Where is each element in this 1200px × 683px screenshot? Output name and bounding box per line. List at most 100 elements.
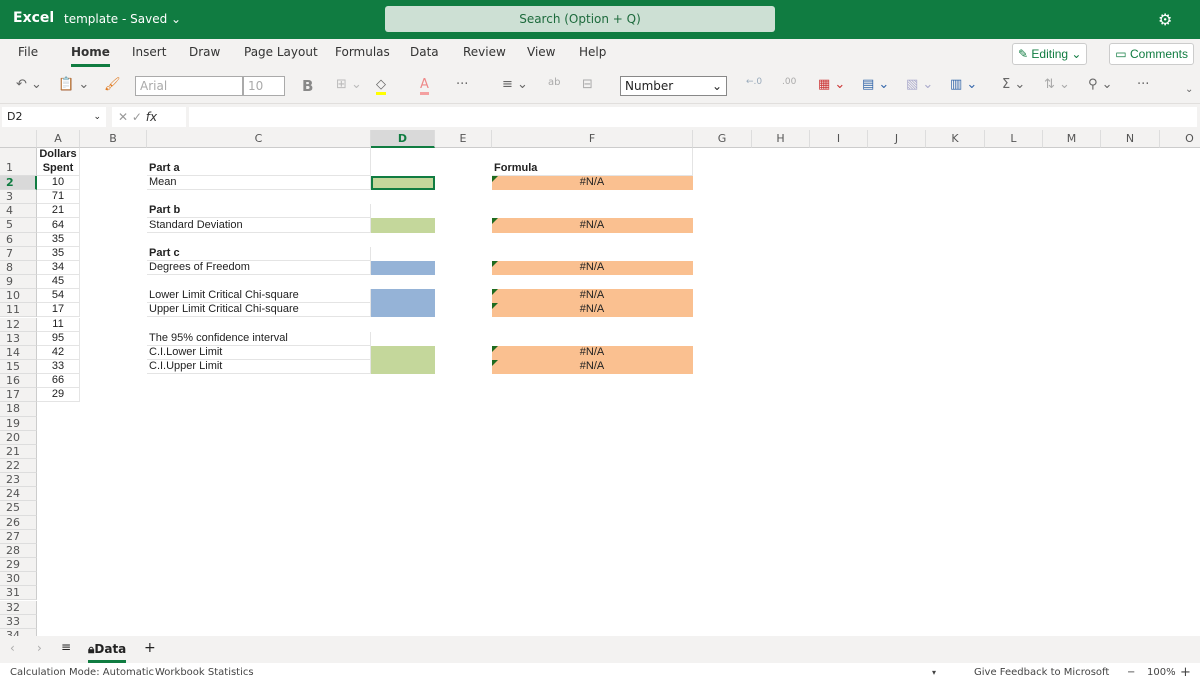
cell-C4[interactable]: Part b <box>147 204 371 219</box>
row-header-13[interactable]: 13 <box>0 331 37 346</box>
row-header-16[interactable]: 16 <box>0 374 37 389</box>
cell-C15[interactable]: C.I.Upper Limit <box>147 359 371 375</box>
column-header-N[interactable]: N <box>1101 130 1160 148</box>
column-header-E[interactable]: E <box>435 130 492 148</box>
column-header-A[interactable]: A <box>37 130 80 148</box>
cell-C11[interactable]: Upper Limit Critical Chi-square <box>147 303 371 318</box>
name-box[interactable]: D2 ⌄ <box>2 107 106 127</box>
tab-home[interactable]: Home <box>71 45 110 67</box>
number-format-select[interactable]: Number ⌄ <box>620 76 727 96</box>
bold-button[interactable]: B <box>302 77 313 95</box>
column-header-I[interactable]: I <box>810 130 868 148</box>
sort-filter-icon[interactable]: ⇅ ⌄ <box>1044 77 1070 92</box>
column-header-G[interactable]: G <box>693 130 752 148</box>
row-header-28[interactable]: 28 <box>0 543 37 559</box>
cell-D14[interactable] <box>371 345 435 360</box>
row-header-6[interactable]: 6 <box>0 232 37 247</box>
cell-F14[interactable]: #N/A <box>492 345 693 360</box>
cell-A7[interactable]: 35 <box>37 246 80 261</box>
row-header-19[interactable]: 19 <box>0 416 37 431</box>
insert-cells-icon[interactable]: ▥ ⌄ <box>950 77 977 92</box>
column-header-L[interactable]: L <box>985 130 1043 148</box>
row-header-8[interactable]: 8 <box>0 260 37 276</box>
font-size-select[interactable]: 10 <box>243 76 285 96</box>
row-header-25[interactable]: 25 <box>0 501 37 516</box>
format-painter-icon[interactable]: 🖌 <box>104 77 121 92</box>
row-header-21[interactable]: 21 <box>0 444 37 459</box>
font-color-icon[interactable]: A <box>420 77 429 95</box>
row-header-15[interactable]: 15 <box>0 359 37 375</box>
cell-A4[interactable]: 21 <box>37 204 80 219</box>
font-name-select[interactable]: Arial <box>135 76 243 96</box>
cell-A10[interactable]: 54 <box>37 289 80 304</box>
cell-C8[interactable]: Degrees of Freedom <box>147 260 371 276</box>
document-title[interactable]: template - Saved ⌄ <box>64 12 181 26</box>
merge-icon[interactable]: ⊟ <box>582 77 593 92</box>
cell-D5[interactable] <box>371 218 435 233</box>
row-header-1[interactable]: 1 <box>0 148 37 176</box>
tab-data[interactable]: Data <box>410 45 439 59</box>
column-header-M[interactable]: M <box>1043 130 1101 148</box>
cell-styles-icon[interactable]: ▧ ⌄ <box>906 77 933 92</box>
feedback-link[interactable]: Give Feedback to Microsoft <box>974 663 1109 683</box>
prev-sheet-icon[interactable]: ‹ <box>10 641 15 655</box>
tab-insert[interactable]: Insert <box>132 45 166 59</box>
conditional-format-icon[interactable]: ▦ ⌄ <box>818 77 845 92</box>
row-header-32[interactable]: 32 <box>0 600 37 615</box>
tab-file[interactable]: File <box>18 45 38 59</box>
decrease-decimal-icon[interactable]: ←.0 <box>746 77 762 87</box>
row-header-30[interactable]: 30 <box>0 572 37 587</box>
row-header-5[interactable]: 5 <box>0 218 37 233</box>
cell-D15[interactable] <box>371 359 435 375</box>
row-header-12[interactable]: 12 <box>0 317 37 332</box>
autosum-icon[interactable]: Σ ⌄ <box>1002 77 1025 92</box>
cell-C14[interactable]: C.I.Lower Limit <box>147 345 371 360</box>
paste-icon[interactable]: 📋 ⌄ <box>58 77 89 92</box>
row-header-17[interactable]: 17 <box>0 388 37 403</box>
cell-F1[interactable]: Formula <box>492 148 693 176</box>
cell-A2[interactable]: 10 <box>37 176 80 191</box>
column-header-B[interactable]: B <box>80 130 147 148</box>
cell-F15[interactable]: #N/A <box>492 359 693 375</box>
row-header-31[interactable]: 31 <box>0 586 37 601</box>
status-dropdown-icon[interactable]: ▾ <box>932 663 936 683</box>
all-sheets-icon[interactable]: ≡ <box>61 640 71 654</box>
collapse-ribbon-icon[interactable]: ⌄ <box>1185 84 1193 95</box>
row-header-24[interactable]: 24 <box>0 487 37 502</box>
row-header-29[interactable]: 29 <box>0 558 37 573</box>
row-header-22[interactable]: 22 <box>0 459 37 474</box>
cell-A15[interactable]: 33 <box>37 359 80 375</box>
cell-F11[interactable]: #N/A <box>492 303 693 318</box>
cell-A1[interactable]: Dollars Spent <box>37 148 80 176</box>
row-header-4[interactable]: 4 <box>0 204 37 219</box>
tab-view[interactable]: View <box>527 45 555 59</box>
row-header-20[interactable]: 20 <box>0 430 37 445</box>
row-header-7[interactable]: 7 <box>0 246 37 261</box>
enter-icon[interactable]: ✓ <box>132 110 142 124</box>
row-header-27[interactable]: 27 <box>0 529 37 544</box>
select-all-corner[interactable] <box>0 130 37 148</box>
column-header-O[interactable]: O <box>1160 130 1200 148</box>
cell-C2[interactable]: Mean <box>147 176 371 191</box>
row-header-2[interactable]: 2 <box>0 176 37 191</box>
cell-A6[interactable]: 35 <box>37 232 80 247</box>
cell-D10[interactable] <box>371 289 435 304</box>
borders-icon[interactable]: ⊞ ⌄ <box>336 77 362 92</box>
selected-cell-D2[interactable] <box>371 176 435 191</box>
zoom-out-button[interactable]: − <box>1127 663 1135 683</box>
comments-button[interactable]: ▭ Comments <box>1109 43 1194 65</box>
row-header-11[interactable]: 11 <box>0 303 37 318</box>
row-header-33[interactable]: 33 <box>0 614 37 629</box>
cell-D8[interactable] <box>371 260 435 276</box>
gear-icon[interactable]: ⚙ <box>1158 10 1172 29</box>
tab-draw[interactable]: Draw <box>189 45 220 59</box>
workbook-statistics[interactable]: Workbook Statistics <box>155 663 254 683</box>
cell-A9[interactable]: 45 <box>37 275 80 290</box>
zoom-level[interactable]: 100% <box>1147 663 1176 683</box>
sheet-tab-data[interactable]: 🔒︎Data <box>88 642 127 663</box>
row-header-10[interactable]: 10 <box>0 289 37 304</box>
cell-C5[interactable]: Standard Deviation <box>147 218 371 233</box>
row-header-14[interactable]: 14 <box>0 345 37 360</box>
column-header-H[interactable]: H <box>752 130 810 148</box>
undo-icon[interactable]: ↶ ⌄ <box>16 77 42 92</box>
